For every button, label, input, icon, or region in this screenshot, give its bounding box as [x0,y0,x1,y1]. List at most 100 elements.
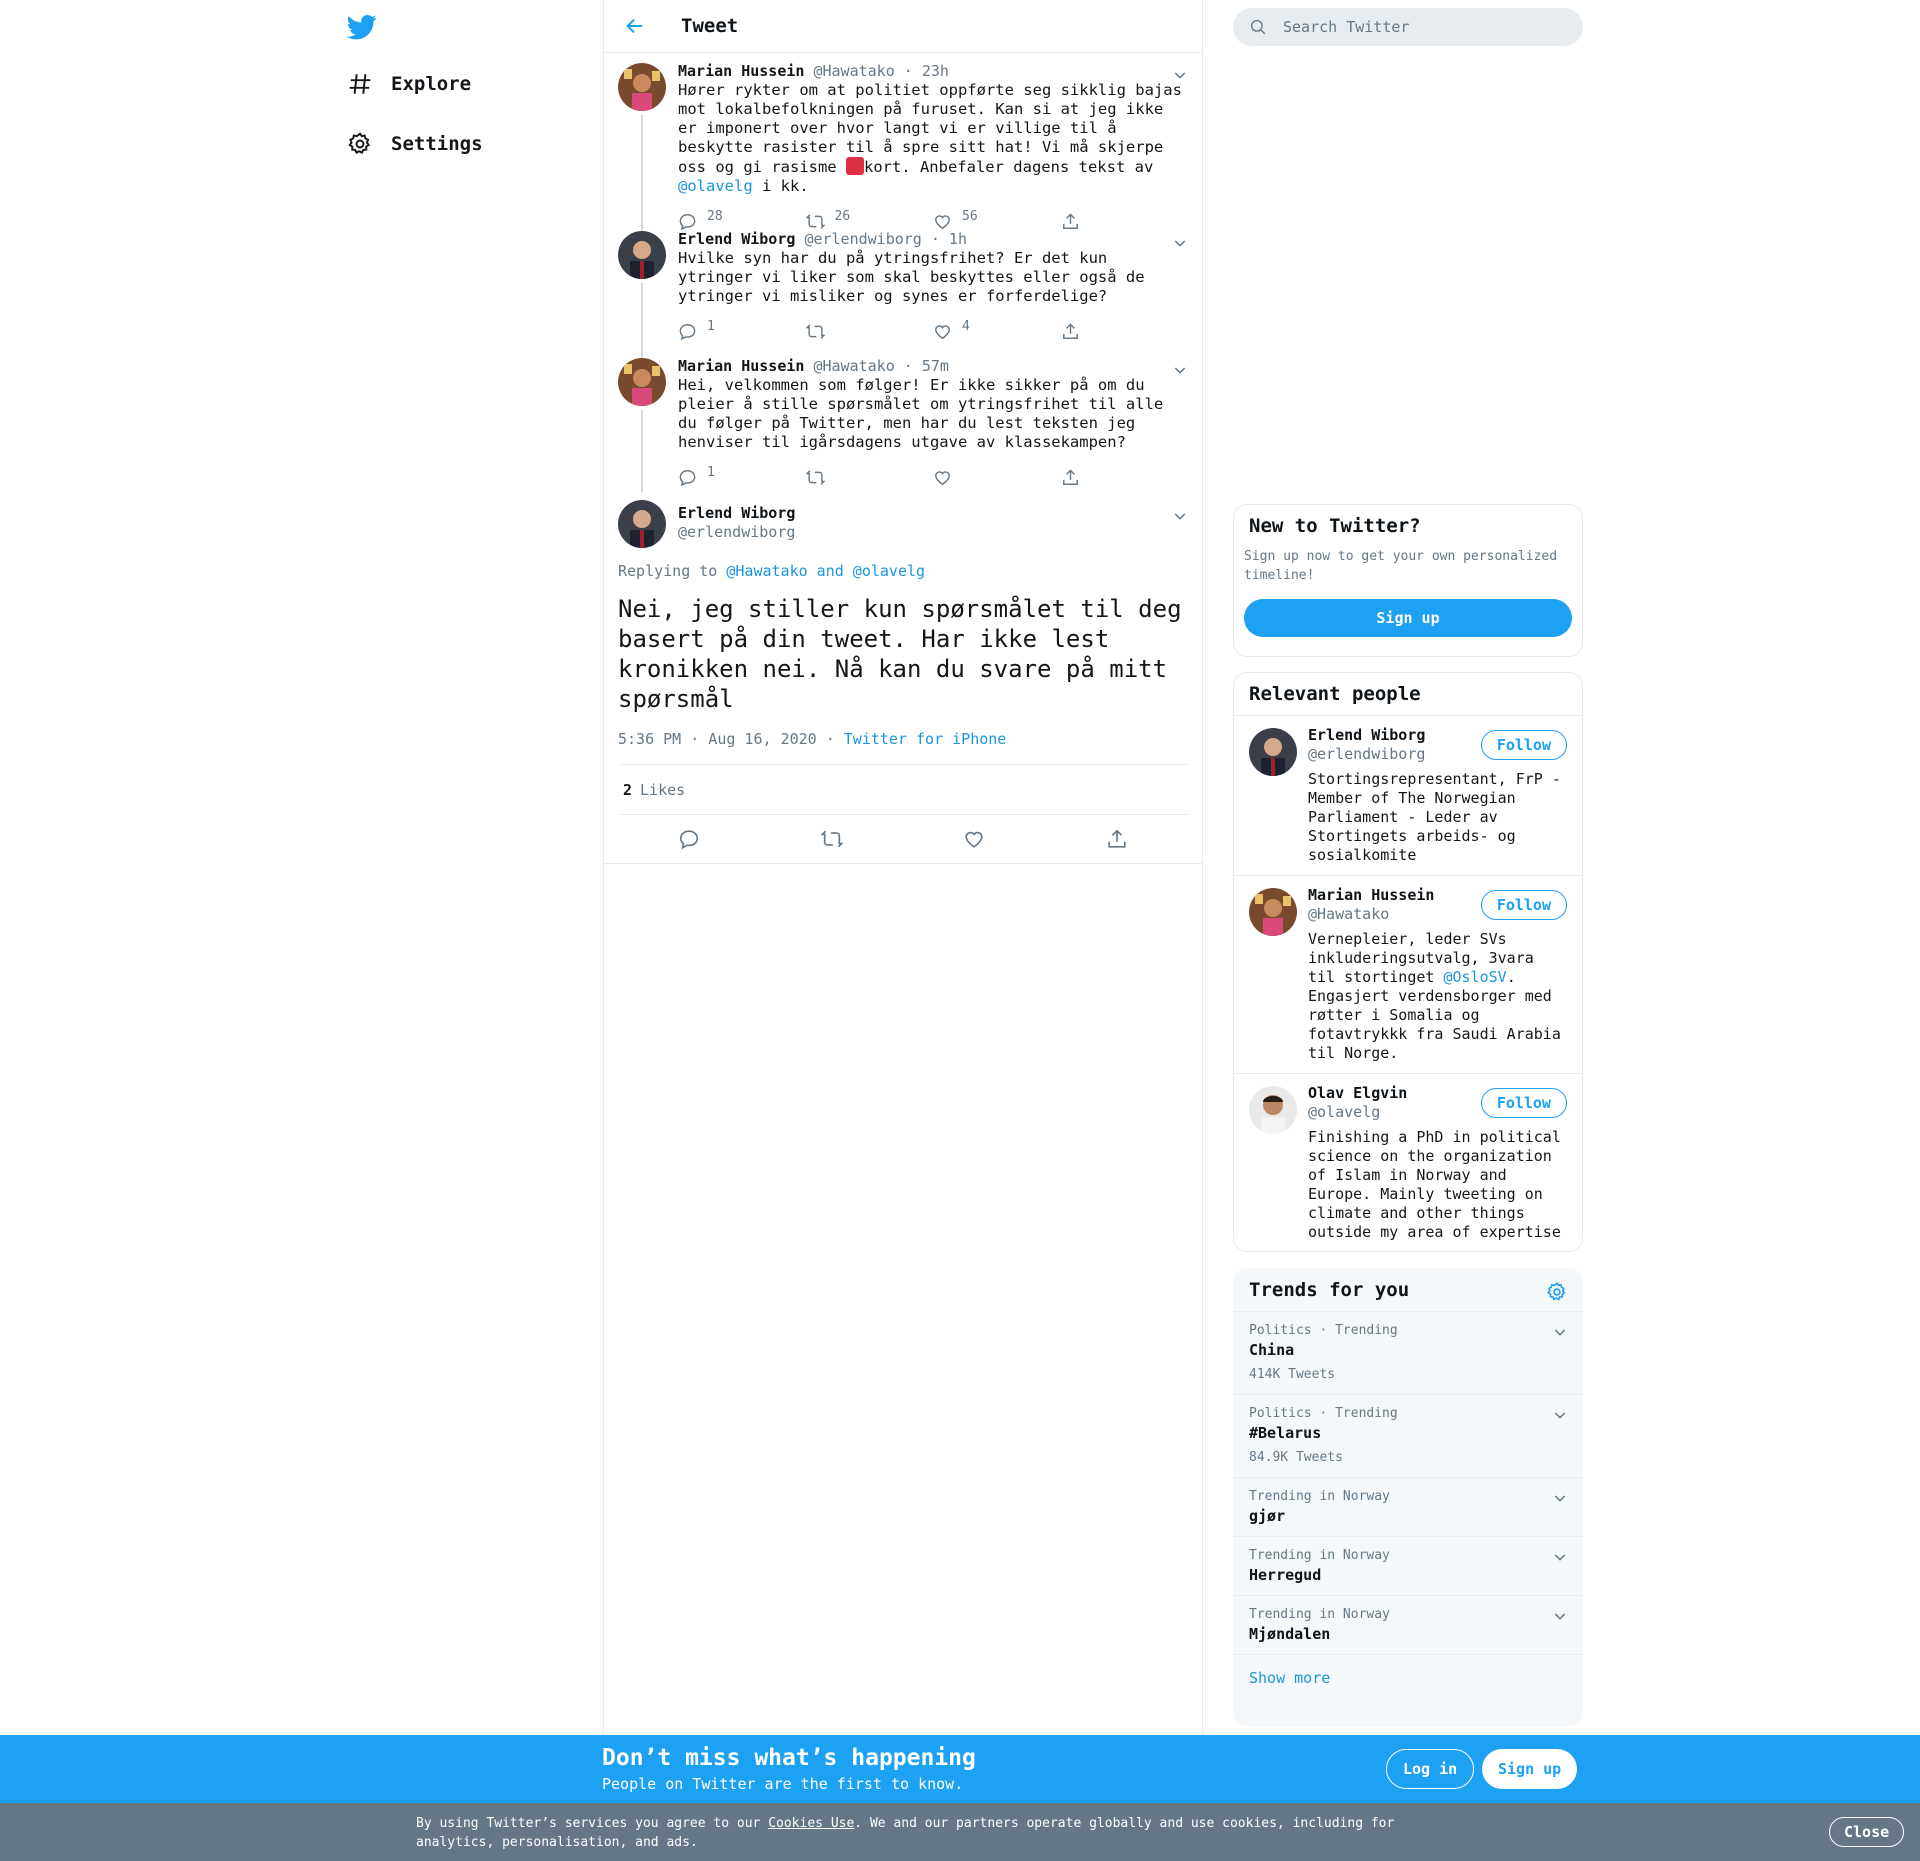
chevron-down-icon[interactable] [1552,1608,1568,1624]
hashtag-icon [349,74,371,94]
cookies-use-link[interactable]: Cookies Use [768,1816,854,1831]
trend-name: China [1249,1341,1295,1359]
chevron-down-icon[interactable] [1552,1407,1568,1423]
follow-button[interactable]: Follow [1480,890,1567,920]
avatar[interactable] [618,231,666,279]
reply-icon [679,323,696,340]
thread-rail [641,410,643,492]
signup-banner: Don’t miss what’s happening People on Tw… [0,1735,1920,1803]
retweet-button[interactable] [805,468,934,487]
mention-link[interactable]: @olavelg [678,177,753,195]
author-name[interactable]: Erlend Wiborg [678,504,795,523]
new-to-twitter-card: New to Twitter? Sign up now to get your … [1233,504,1583,657]
like-button[interactable] [933,468,1061,487]
retweet-icon[interactable] [820,828,843,850]
author-name[interactable]: Erlend Wiborg [678,230,795,248]
sign-up-button[interactable]: Sign up [1482,1749,1578,1789]
thread-tweet[interactable]: Erlend Wiborg @erlendwiborg · 1h Hvilke … [604,221,1202,358]
follow-button[interactable]: Follow [1480,730,1567,760]
trend-count: 414K Tweets [1249,1367,1336,1382]
reply-button[interactable]: 1 [678,465,806,487]
tweet-text: Hvilke syn har du på ytringsfrihet? Er d… [678,249,1145,305]
author-handle[interactable]: @Hawatako [813,357,894,375]
author-handle[interactable]: @erlendwiborg [678,523,795,542]
like-button[interactable]: 4 [933,319,1061,341]
trend-item[interactable]: Trending in Norway Herregud [1234,1537,1582,1596]
heart-icon [935,470,950,485]
heart-icon[interactable] [963,828,985,850]
thread-tweet[interactable]: Marian Hussein @Hawatako · 57m Hei, velk… [604,348,1202,494]
trend-item[interactable]: Trending in Norway gjør [1234,1478,1582,1537]
card-title: New to Twitter? [1249,515,1421,537]
show-more-link[interactable]: Show more [1234,1655,1582,1701]
follow-button[interactable]: Follow [1480,1088,1567,1118]
reply-button[interactable]: 1 [678,319,806,341]
banner-subtitle: People on Twitter are the first to know. [602,1775,964,1793]
author-handle[interactable]: @Hawatako [813,62,894,80]
tweet-time[interactable]: · 57m [904,357,949,375]
replying-to: Replying to @Hawatako and @olavelg [618,562,1188,580]
share-icon [1062,322,1078,339]
timestamp-text[interactable]: 5:36 PM · Aug 16, 2020 · [618,730,844,748]
trend-item[interactable]: Politics · Trending #Belarus 84.9K Tweet… [1234,1395,1582,1478]
search-input[interactable] [1283,18,1563,36]
chevron-down-icon[interactable] [1552,1324,1568,1340]
avatar[interactable] [1249,888,1297,936]
reply-icon[interactable] [678,828,700,850]
reply-icon [679,469,696,486]
twitter-logo-icon[interactable] [347,12,377,42]
author-name[interactable]: Marian Hussein [678,357,804,375]
chevron-down-icon[interactable] [1552,1490,1568,1506]
search-icon [1250,19,1266,35]
trend-count: 84.9K Tweets [1249,1450,1343,1465]
tweet-time[interactable]: · 23h [904,62,949,80]
retweet-button[interactable] [805,322,934,341]
chevron-down-icon[interactable] [1172,362,1188,378]
avatar[interactable] [618,63,666,111]
trend-name: #Belarus [1249,1424,1322,1442]
avatar[interactable] [618,500,666,548]
author-handle[interactable]: @erlendwiborg [804,230,921,248]
source-link[interactable]: Twitter for iPhone [844,730,1007,748]
person-item[interactable]: Marian Hussein @Hawatako Follow Verneple… [1234,876,1582,1074]
nav-settings[interactable]: Settings [347,124,483,164]
thread-tweet[interactable]: Marian Hussein @Hawatako · 23h Hører ryk… [604,53,1202,231]
likes-summary[interactable]: 2 Likes [618,765,1188,815]
cookie-text: By using Twitter’s services you agree to… [416,1814,1416,1852]
banner-title: Don’t miss what’s happening [602,1745,976,1771]
cookie-notice: By using Twitter’s services you agree to… [0,1803,1920,1861]
replying-to-link[interactable]: @Hawatako and @olavelg [726,562,925,580]
avatar[interactable] [618,358,666,406]
avatar[interactable] [1249,1086,1297,1134]
person-item[interactable]: Erlend Wiborg @erlendwiborg Follow Stort… [1234,716,1582,876]
trend-item[interactable]: Trending in Norway Mjøndalen [1234,1596,1582,1655]
author-name[interactable]: Marian Hussein [678,62,804,80]
tweet-text: Hei, velkommen som følger! Er ikke sikke… [678,376,1164,451]
chevron-down-icon[interactable] [1172,508,1188,524]
divider [604,863,1202,864]
chevron-down-icon[interactable] [1172,67,1188,83]
nav-explore[interactable]: Explore [347,64,471,104]
person-bio: Vernepleier, leder SVs inkluderingsutval… [1308,930,1567,1063]
gear-icon[interactable] [1546,1281,1568,1303]
avatar[interactable] [1249,728,1297,776]
share-icon[interactable] [1106,828,1128,850]
sign-up-button[interactable]: Sign up [1244,599,1572,637]
trend-name: gjør [1249,1507,1286,1525]
search-box[interactable] [1233,8,1583,46]
log-in-button[interactable]: Log in [1386,1749,1475,1789]
chevron-down-icon[interactable] [1172,235,1188,251]
main-tweet-actions [618,815,1188,863]
card-title: Relevant people [1234,673,1582,716]
back-arrow-icon[interactable] [624,15,646,37]
person-item[interactable]: Olav Elgvin @olavelg Follow Finishing a … [1234,1074,1582,1251]
chevron-down-icon[interactable] [1552,1549,1568,1565]
trend-item[interactable]: Politics · Trending China 414K Tweets [1234,1312,1582,1395]
share-button[interactable] [1061,468,1189,487]
tweet-actions: 1 [678,460,1188,494]
tweet-time[interactable]: · 1h [931,230,967,248]
share-button[interactable] [1061,322,1189,341]
tweet-text-part: kort. Anbefaler dagens tekst av [863,158,1154,176]
mention-link[interactable]: @OsloSV [1443,968,1506,986]
close-button[interactable]: Close [1829,1817,1905,1847]
